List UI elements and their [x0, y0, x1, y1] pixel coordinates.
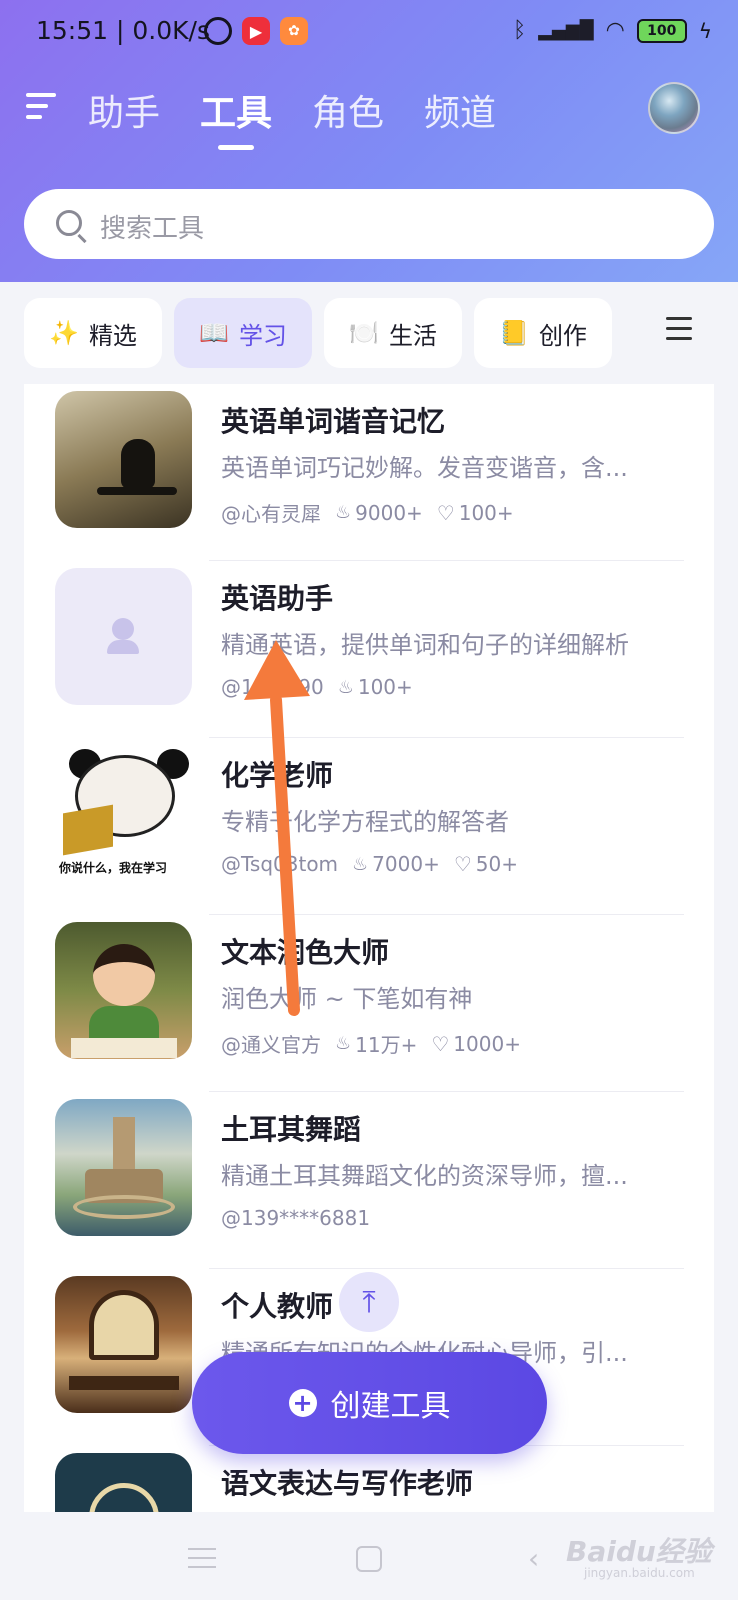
category-label: 精选	[88, 321, 137, 350]
sparkles-icon: ✨	[49, 319, 79, 347]
wifi-icon: ◠	[605, 18, 625, 43]
item-meta: @Tsq03tom ♨ 7000+ ♡ 50+	[221, 852, 518, 876]
item-thumbnail	[55, 922, 192, 1059]
category-label: 创作	[538, 321, 587, 350]
app-notification-icon: ✿	[280, 17, 308, 45]
item-author: @通义官方	[221, 1033, 321, 1057]
item-hot: 11万+	[355, 1033, 418, 1057]
back-icon[interactable]: ‹	[528, 1542, 539, 1575]
item-author: @Tsq03tom	[221, 852, 339, 876]
item-meta: @心有灵犀 ♨ 9000+ ♡ 100+	[221, 498, 514, 527]
item-description: 润色大师 ~ 下笔如有神	[221, 985, 473, 1013]
item-author: @1...6490	[221, 675, 324, 699]
list-item[interactable]: 文本润色大师 润色大师 ~ 下笔如有神 @通义官方 ♨ 11万+ ♡ 1000+	[24, 915, 714, 1092]
flame-icon: ♨	[335, 1033, 352, 1054]
charging-icon: ϟ	[698, 18, 712, 43]
item-description: 英语单词巧记妙解。发音变谐音，含...	[221, 454, 628, 482]
item-title: 英语助手	[221, 582, 334, 615]
flame-icon: ♨	[335, 502, 352, 523]
category-bar: ✨ 精选 📖 学习 🍽️ 生活 📒 创作	[0, 282, 738, 378]
status-time: 15:51 | 0.0K/s	[36, 16, 210, 45]
search-placeholder: 搜索工具	[100, 214, 205, 244]
avatar[interactable]	[648, 82, 700, 134]
tool-list: 英语单词谐音记忆 英语单词巧记妙解。发音变谐音，含... @心有灵犀 ♨ 9000…	[24, 384, 714, 1512]
tab-channels[interactable]: 频道	[424, 84, 496, 136]
item-meta: @1...6490 ♨ 100+	[221, 675, 413, 699]
search-icon	[56, 210, 82, 236]
alarm-icon	[204, 17, 232, 45]
item-title: 语文表达与写作老师	[221, 1467, 474, 1500]
scroll-to-top-button[interactable]: ⤒	[339, 1272, 399, 1332]
item-description: 精通英语，提供单词和句子的详细解析	[221, 631, 629, 659]
category-create[interactable]: 📒 创作	[474, 298, 612, 368]
tab-roles[interactable]: 角色	[312, 84, 384, 136]
search-input[interactable]: 搜索工具	[24, 189, 714, 259]
item-description: 专精于化学方程式的解答者	[221, 808, 509, 836]
watermark: Baidu经验	[566, 1535, 712, 1568]
item-meta: @139****6881	[221, 1206, 370, 1230]
thumbnail-caption: 你说什么，我在学习	[59, 861, 168, 875]
item-thumbnail: 你说什么，我在学习	[55, 745, 192, 882]
flame-icon: ♨	[352, 853, 369, 875]
list-item[interactable]: 英语单词谐音记忆 英语单词巧记妙解。发音变谐音，含... @心有灵犀 ♨ 9000…	[24, 384, 714, 561]
list-item[interactable]: 你说什么，我在学习 化学老师 专精于化学方程式的解答者 @Tsq03tom ♨ 7…	[24, 738, 714, 915]
category-label: 生活	[388, 321, 437, 350]
item-hot: 100+	[357, 675, 413, 699]
list-item[interactable]: 英语助手 精通英语，提供单词和句子的详细解析 @1...6490 ♨ 100+	[24, 561, 714, 738]
item-thumbnail	[55, 391, 192, 528]
item-thumbnail	[55, 1099, 192, 1236]
item-hot: 7000+	[372, 852, 440, 876]
video-app-icon: ▶	[242, 17, 270, 45]
status-icons-left: ▶ ✿	[204, 17, 308, 45]
notebook-icon: 📒	[499, 319, 529, 347]
top-nav-tabs: 助手 工具 角色 频道	[88, 84, 496, 150]
tab-tools[interactable]: 工具	[200, 84, 272, 150]
heart-icon: ♡	[431, 1031, 450, 1056]
create-tool-label: 创建工具	[330, 1389, 451, 1424]
heart-icon: ♡	[436, 500, 455, 525]
bluetooth-icon: ᛒ	[513, 18, 527, 43]
tab-assistant[interactable]: 助手	[88, 84, 160, 136]
item-author: @139****6881	[221, 1206, 371, 1230]
item-meta: @通义官方 ♨ 11万+ ♡ 1000+	[221, 1029, 521, 1058]
item-title: 土耳其舞蹈	[221, 1113, 362, 1146]
create-tool-button[interactable]: + 创建工具	[192, 1352, 547, 1454]
item-thumbnail	[55, 1276, 192, 1413]
menu-icon[interactable]	[26, 93, 56, 123]
category-study[interactable]: 📖 学习	[174, 298, 312, 368]
arrow-up-icon: ⤒	[362, 1284, 376, 1320]
item-description: 精通土耳其舞蹈文化的资深导师，擅...	[221, 1162, 628, 1190]
home-icon[interactable]	[356, 1546, 382, 1572]
item-hot: 9000+	[355, 500, 423, 525]
signal-icon: ▂▄▆█	[538, 20, 594, 41]
battery-icon: 100	[636, 18, 687, 43]
category-featured[interactable]: ✨ 精选	[24, 298, 162, 368]
category-menu-icon[interactable]	[666, 317, 692, 347]
list-item[interactable]: 土耳其舞蹈 精通土耳其舞蹈文化的资深导师，擅... @139****6881	[24, 1092, 714, 1269]
item-title: 文本润色大师	[221, 936, 390, 969]
flame-icon: ♨	[337, 676, 354, 698]
item-author: @心有灵犀	[221, 502, 321, 526]
item-thumbnail	[55, 1453, 192, 1512]
item-likes: 1000+	[453, 1031, 521, 1056]
plate-icon: 🍽️	[349, 319, 379, 347]
item-thumbnail	[55, 568, 192, 705]
list-item[interactable]: 语文表达与写作老师	[24, 1446, 714, 1512]
book-icon: 📖	[199, 319, 229, 347]
category-life[interactable]: 🍽️ 生活	[324, 298, 462, 368]
category-label: 学习	[238, 321, 287, 350]
item-likes: 50+	[475, 852, 518, 876]
status-bar: 15:51 | 0.0K/s ▶ ✿ ᛒ ▂▄▆█ ◠ 100 ϟ	[0, 0, 738, 64]
item-title: 化学老师	[221, 759, 334, 792]
watermark-url: jingyan.baidu.com	[584, 1566, 695, 1580]
item-title: 个人教师	[221, 1290, 334, 1323]
plus-icon: +	[288, 1389, 317, 1417]
heart-icon: ♡	[453, 852, 472, 876]
item-title: 英语单词谐音记忆	[221, 405, 446, 438]
status-icons-right: ᛒ ▂▄▆█ ◠ 100 ϟ	[513, 18, 712, 43]
item-likes: 100+	[458, 500, 514, 525]
recent-apps-icon[interactable]	[188, 1548, 216, 1575]
